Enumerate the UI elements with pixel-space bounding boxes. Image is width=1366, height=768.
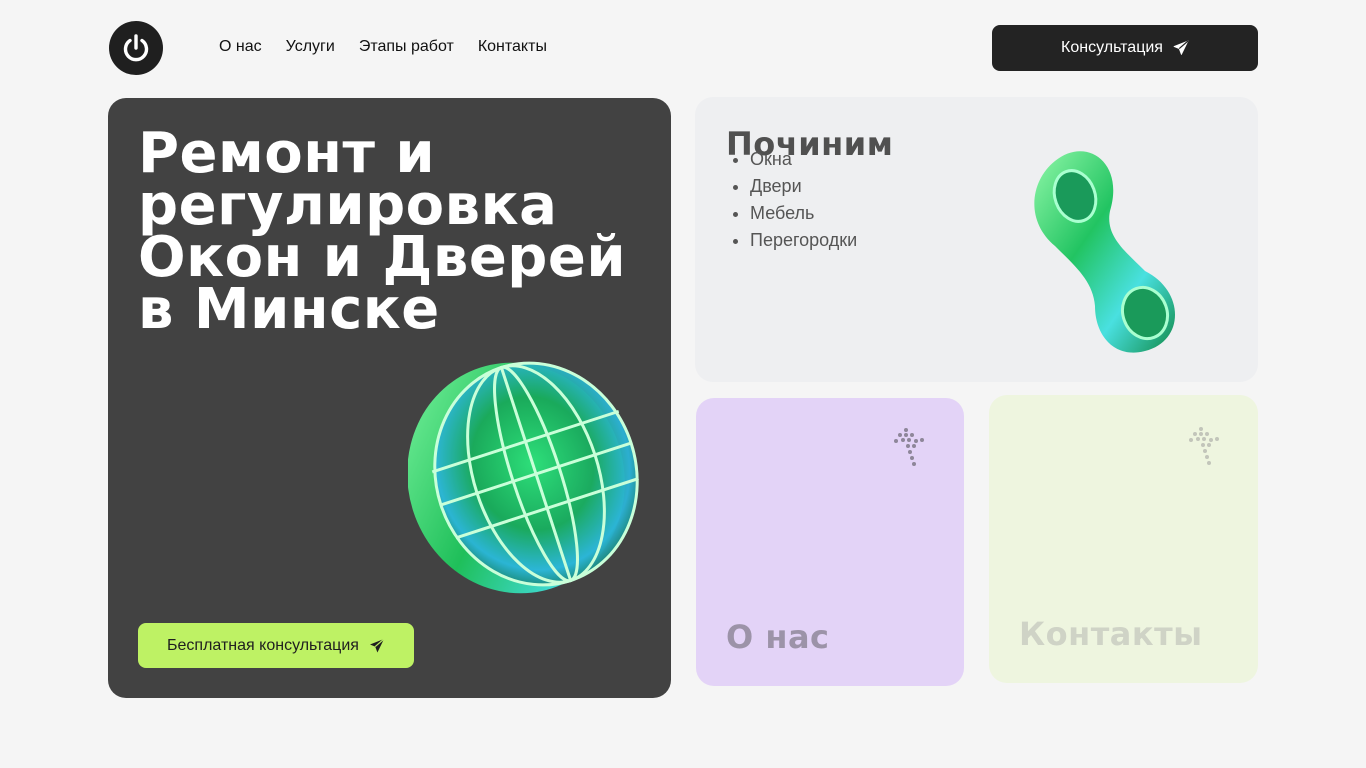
about-card-label: О нас	[726, 618, 830, 656]
contacts-card-label: Контакты	[1019, 615, 1203, 653]
globe-3d-icon	[408, 361, 639, 594]
hero-title-line: в Минске	[138, 277, 440, 342]
hero-title: Ремонт и регулировка Окон и Дверей в Мин…	[138, 126, 658, 342]
nav-link-about[interactable]: О нас	[219, 37, 262, 57]
list-item: Перегородки	[750, 227, 857, 254]
consultation-button-label: Консультация	[1061, 39, 1163, 56]
repair-card[interactable]: Починим Окна Двери Мебель Перегородки	[695, 97, 1258, 382]
repair-list: Окна Двери Мебель Перегородки	[750, 146, 857, 254]
power-icon	[123, 34, 149, 62]
main-nav: О нас Услуги Этапы работ Контакты	[219, 37, 547, 57]
consultation-button[interactable]: Консультация	[992, 25, 1258, 71]
list-item: Окна	[750, 146, 857, 173]
free-consultation-button[interactable]: Бесплатная консультация	[138, 623, 414, 668]
about-card[interactable]: О нас	[696, 398, 964, 686]
contacts-card[interactable]: Контакты	[989, 395, 1258, 683]
page: О нас Услуги Этапы работ Контакты Консул…	[0, 0, 1366, 768]
paper-plane-icon	[369, 638, 385, 652]
nav-link-services[interactable]: Услуги	[286, 37, 335, 57]
hero-card: Ремонт и регулировка Окон и Дверей в Мин…	[108, 98, 671, 698]
chain-link-3d-icon	[1034, 151, 1175, 353]
free-consultation-label: Бесплатная консультация	[167, 636, 359, 654]
nav-link-contacts[interactable]: Контакты	[478, 37, 547, 57]
list-item: Двери	[750, 173, 857, 200]
nav-link-stages[interactable]: Этапы работ	[359, 37, 454, 57]
logo-button[interactable]	[109, 21, 163, 75]
dotted-arrow-up-right-icon	[894, 428, 924, 466]
paper-plane-icon	[1173, 40, 1189, 55]
dotted-arrow-up-right-icon	[1189, 427, 1219, 465]
list-item: Мебель	[750, 200, 857, 227]
